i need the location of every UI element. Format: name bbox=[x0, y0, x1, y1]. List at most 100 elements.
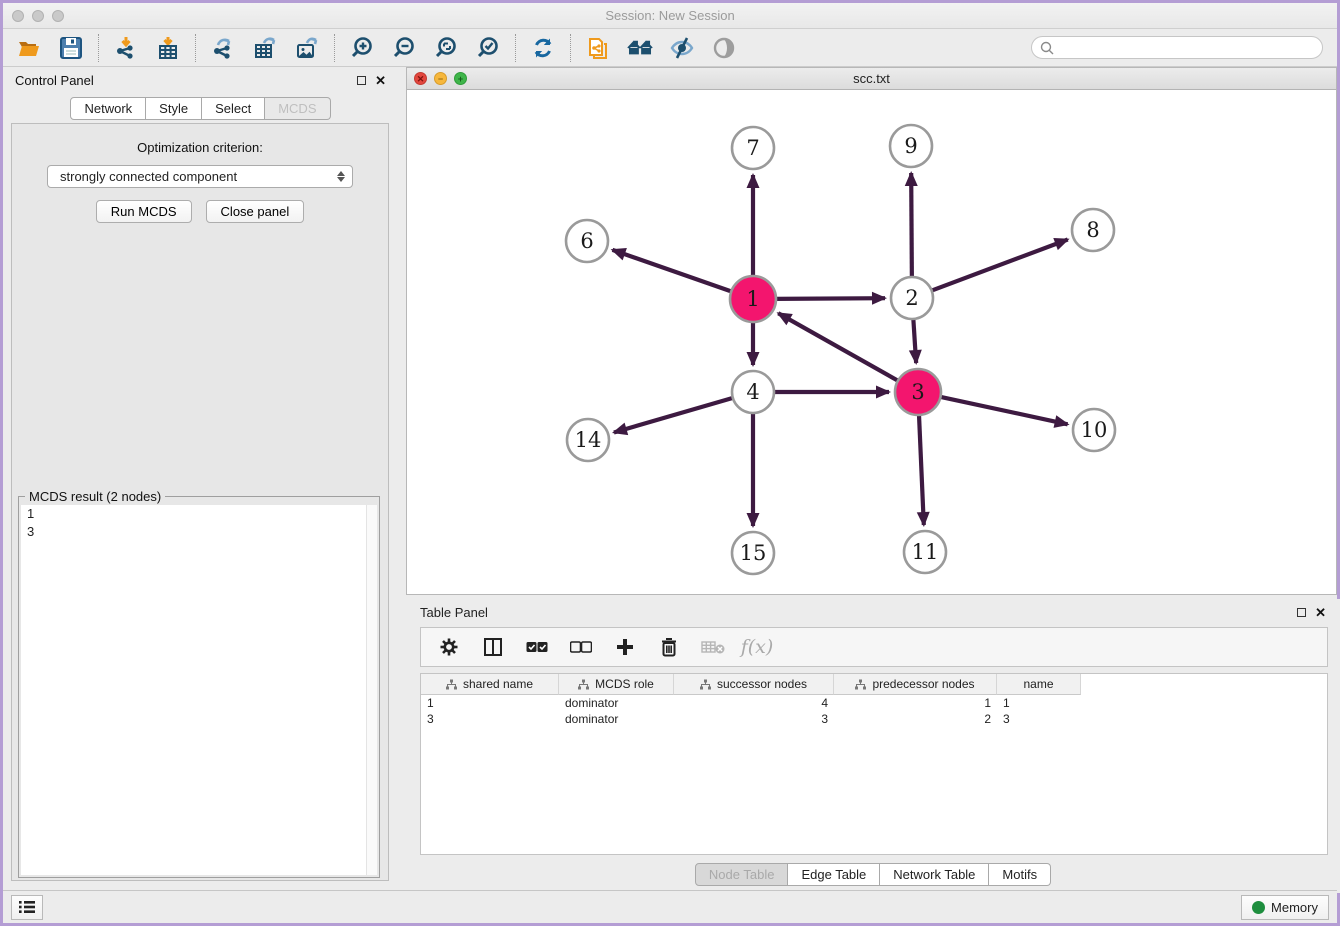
tab-style[interactable]: Style bbox=[146, 97, 202, 120]
unselect-all-columns-icon[interactable] bbox=[569, 635, 593, 659]
column-type-icon bbox=[446, 679, 457, 690]
graph-node-8[interactable]: 8 bbox=[1072, 209, 1114, 251]
select-all-columns-icon[interactable] bbox=[525, 635, 549, 659]
network-window-titlebar[interactable]: ✕ − + scc.txt bbox=[407, 68, 1336, 90]
edge-2-9[interactable] bbox=[911, 173, 912, 278]
table-cell[interactable]: 1 bbox=[421, 696, 559, 710]
mcds-result-item[interactable]: 1 bbox=[21, 505, 377, 523]
table-cell[interactable]: dominator bbox=[559, 712, 674, 726]
function-builder-icon: f(x) bbox=[745, 635, 769, 659]
export-image-icon[interactable] bbox=[293, 34, 321, 62]
float-table-panel-icon[interactable] bbox=[1297, 608, 1306, 617]
edge-4-14[interactable] bbox=[614, 398, 734, 433]
show-graphics-details-icon[interactable] bbox=[668, 34, 696, 62]
graph-node-4[interactable]: 4 bbox=[732, 371, 774, 413]
close-table-panel-icon[interactable]: ✕ bbox=[1315, 608, 1326, 617]
open-file-icon[interactable] bbox=[15, 34, 43, 62]
graph-node-14[interactable]: 14 bbox=[567, 419, 609, 461]
graph-node-10[interactable]: 10 bbox=[1073, 409, 1115, 451]
node-label: 2 bbox=[905, 286, 918, 310]
network-canvas[interactable]: 7 9 6 8 1 2 4 3 14 10 15 11 bbox=[407, 90, 1336, 594]
table-row[interactable]: 1dominator411 bbox=[421, 695, 1327, 711]
graph-node-15[interactable]: 15 bbox=[732, 532, 774, 574]
edge-3-11[interactable] bbox=[919, 414, 924, 525]
mcds-result-item[interactable]: 3 bbox=[21, 523, 377, 541]
close-panel-button[interactable]: Close panel bbox=[206, 200, 305, 223]
graph-node-3[interactable]: 3 bbox=[895, 369, 941, 415]
node-table[interactable]: shared nameMCDS rolesuccessor nodesprede… bbox=[420, 673, 1328, 855]
column-header-successor-nodes[interactable]: successor nodes bbox=[674, 674, 834, 695]
search-area bbox=[1031, 36, 1323, 59]
node-label: 7 bbox=[746, 136, 759, 160]
edge-2-8[interactable] bbox=[931, 239, 1068, 290]
table-cell[interactable]: dominator bbox=[559, 696, 674, 710]
list-scrollbar[interactable] bbox=[366, 505, 377, 875]
table-panel-title: Table Panel bbox=[420, 605, 488, 620]
graph-node-2[interactable]: 2 bbox=[891, 277, 933, 319]
column-header-shared-name[interactable]: shared name bbox=[421, 674, 559, 695]
import-network-icon[interactable] bbox=[112, 34, 140, 62]
export-network-icon[interactable] bbox=[209, 34, 237, 62]
table-cell[interactable]: 3 bbox=[421, 712, 559, 726]
task-history-button[interactable] bbox=[11, 895, 43, 920]
import-table-icon[interactable] bbox=[154, 34, 182, 62]
table-panel: Table Panel ✕ f(x) shared nameMCDS r bbox=[406, 599, 1340, 893]
run-mcds-button[interactable]: Run MCDS bbox=[96, 200, 192, 223]
optimization-criterion-select[interactable]: strongly connected component bbox=[47, 165, 353, 188]
tab-motifs[interactable]: Motifs bbox=[989, 863, 1051, 886]
control-panel: Control Panel ✕ NetworkStyleSelectMCDS O… bbox=[3, 67, 398, 893]
hide-graphics-details-icon bbox=[710, 34, 738, 62]
node-label: 10 bbox=[1081, 418, 1108, 442]
edge-1-6[interactable] bbox=[612, 250, 732, 292]
memory-button[interactable]: Memory bbox=[1241, 895, 1329, 920]
tab-node-table[interactable]: Node Table bbox=[695, 863, 789, 886]
node-label: 11 bbox=[912, 540, 939, 564]
graph-node-6[interactable]: 6 bbox=[566, 220, 608, 262]
edge-3-10[interactable] bbox=[940, 397, 1068, 425]
search-input[interactable] bbox=[1031, 36, 1323, 59]
float-panel-icon[interactable] bbox=[357, 76, 366, 85]
table-cell[interactable]: 4 bbox=[674, 696, 834, 710]
graph-node-9[interactable]: 9 bbox=[890, 125, 932, 167]
tab-mcds[interactable]: MCDS bbox=[265, 97, 330, 120]
table-cell[interactable]: 1 bbox=[997, 696, 1081, 710]
save-session-icon[interactable] bbox=[57, 34, 85, 62]
dropdown-arrows-icon bbox=[337, 171, 345, 182]
edge-1-2[interactable] bbox=[775, 298, 885, 299]
show-column-pane-icon[interactable] bbox=[481, 635, 505, 659]
export-table-icon[interactable] bbox=[251, 34, 279, 62]
graph-svg[interactable]: 7 9 6 8 1 2 4 3 14 10 15 11 bbox=[407, 90, 1336, 594]
graph-node-7[interactable]: 7 bbox=[732, 127, 774, 169]
column-header-MCDS-role[interactable]: MCDS role bbox=[559, 674, 674, 695]
mcds-result-list[interactable]: 13 bbox=[21, 505, 377, 875]
edge-2-3[interactable] bbox=[913, 318, 916, 363]
zoom-selected-icon[interactable] bbox=[474, 34, 502, 62]
first-neighbors-icon[interactable] bbox=[626, 34, 654, 62]
tab-select[interactable]: Select bbox=[202, 97, 265, 120]
table-cell[interactable]: 2 bbox=[834, 712, 997, 726]
edge-3-1[interactable] bbox=[778, 313, 899, 381]
task-list-icon bbox=[18, 899, 36, 915]
graph-node-1[interactable]: 1 bbox=[730, 276, 776, 322]
create-column-icon[interactable] bbox=[613, 635, 637, 659]
column-header-name[interactable]: name bbox=[997, 674, 1081, 695]
duplicate-network-icon[interactable] bbox=[584, 34, 612, 62]
graph-node-11[interactable]: 11 bbox=[904, 531, 946, 573]
zoom-out-icon[interactable] bbox=[390, 34, 418, 62]
table-cell[interactable]: 1 bbox=[834, 696, 997, 710]
column-header-predecessor-nodes[interactable]: predecessor nodes bbox=[834, 674, 997, 695]
app-titlebar: Session: New Session bbox=[3, 3, 1337, 29]
table-cell[interactable]: 3 bbox=[997, 712, 1081, 726]
zoom-fit-icon[interactable] bbox=[432, 34, 460, 62]
delete-column-icon[interactable] bbox=[657, 635, 681, 659]
table-row[interactable]: 3dominator323 bbox=[421, 711, 1327, 727]
tab-edge-table[interactable]: Edge Table bbox=[788, 863, 880, 886]
refresh-icon[interactable] bbox=[529, 34, 557, 62]
tab-network[interactable]: Network bbox=[70, 97, 146, 120]
close-panel-icon[interactable]: ✕ bbox=[375, 76, 386, 85]
tab-network-table[interactable]: Network Table bbox=[880, 863, 989, 886]
table-cell[interactable]: 3 bbox=[674, 712, 834, 726]
control-panel-title: Control Panel bbox=[15, 73, 94, 88]
zoom-in-icon[interactable] bbox=[348, 34, 376, 62]
table-settings-gear-icon[interactable] bbox=[437, 635, 461, 659]
